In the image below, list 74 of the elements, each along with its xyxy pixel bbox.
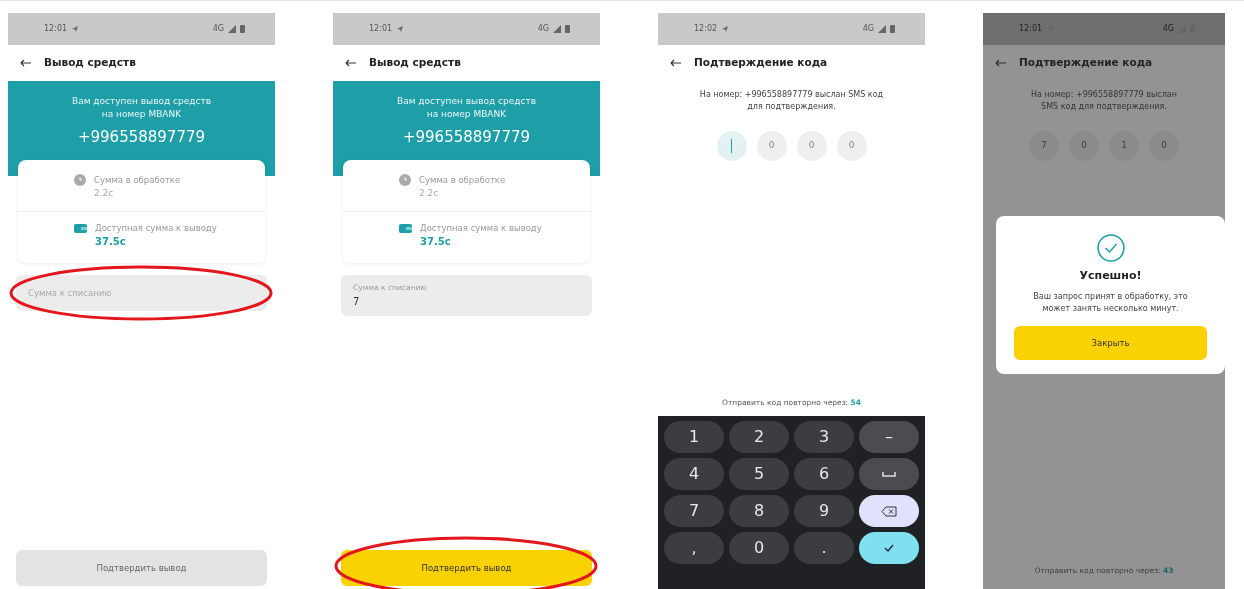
space-key[interactable] [859,458,919,490]
keypad-key[interactable]: 9 [794,495,854,527]
balance-label: Сумма в обработке [419,174,506,187]
field-value: 7 [353,294,361,309]
keypad-key[interactable]: 7 [664,495,724,527]
keypad-key[interactable]: 0 [729,532,789,564]
balance-amount: 2.2с [94,187,115,200]
checkmark-icon [884,544,894,552]
balance-amount: 37.5с [95,235,127,250]
screen-title: Вывод средств [44,55,136,70]
keypad-key[interactable]: 1 [664,421,724,453]
text-cursor [730,138,733,153]
phone-number: +996558897779 [76,126,207,148]
banner-subtext: на номер MBANK [100,108,183,122]
network-label: 4G [537,23,549,35]
send-icon [721,25,730,33]
back-arrow-icon[interactable] [345,58,357,67]
network-label: 4G [862,23,874,35]
done-key[interactable] [859,532,919,564]
digit-placeholder: 0 [808,139,815,152]
banner-text: Вам доступен вывод средств [71,94,212,108]
balance-amount: 37.5с [420,235,452,250]
screen-title: Подтверждение кода [1019,55,1153,70]
sms-message: На номер: +996558897779 выслан SMS код для подтверждения. [698,88,885,113]
space-icon [882,471,896,477]
check-circle-icon [1096,234,1125,262]
backspace-icon [881,505,897,517]
keypad-key[interactable]: . [794,532,854,564]
clock-icon [399,174,411,187]
dialog-title: Успешно! [1078,268,1143,284]
banner-text: Вам доступен вывод средств [396,94,537,108]
battery-icon [890,25,895,33]
balance-amount: 2.2с [419,187,440,200]
sms-message: На номер: +996558897779 выслан SMS код для подтверждения. [1030,88,1178,113]
backspace-key[interactable] [859,495,919,527]
back-arrow-icon[interactable] [20,58,32,67]
keypad-key[interactable]: 8 [729,495,789,527]
status-time: 12:01 [369,23,393,35]
wallet-icon [399,221,412,233]
wallet-icon [74,221,87,233]
phone-number: +996558897779 [401,126,532,148]
confirm-button[interactable]: Подтвердить вывод [341,550,592,586]
digit-placeholder: 0 [768,139,775,152]
keypad-key[interactable]: 3 [794,421,854,453]
keypad-key[interactable]: 5 [729,458,789,490]
network-label: 4G [1162,23,1174,35]
close-button[interactable]: Закрыть [1014,326,1207,361]
dialog-message: Ваш запрос принят в обработку, это может занять несколько минут. [1032,290,1189,316]
battery-icon [565,25,570,33]
balance-label: Доступная сумма к выводу [95,221,217,235]
status-time: 12:01 [1019,23,1043,35]
signal-icon [228,25,236,33]
screen-title: Вывод средств [369,55,461,70]
screen-title: Подтверждение кода [694,55,828,70]
banner-subtext: на номер MBANK [425,108,508,122]
signal-icon [553,25,561,33]
keypad-key[interactable]: , [664,532,724,564]
signal-icon [878,25,886,33]
status-time: 12:01 [44,23,68,35]
keypad-key[interactable]: 4 [664,458,724,490]
clock-icon [74,174,86,187]
keypad-key[interactable]: 2 [729,421,789,453]
status-time: 12:02 [694,23,718,35]
network-label: 4G [212,23,224,35]
field-placeholder: Сумма к списанию [28,286,113,300]
back-arrow-icon[interactable] [670,58,682,67]
send-icon [396,25,405,33]
keypad-key[interactable]: 6 [794,458,854,490]
keypad-key[interactable]: – [859,421,919,453]
digit-placeholder: 0 [848,139,855,152]
send-icon [71,25,80,33]
battery-icon [240,25,245,33]
balance-label: Сумма в обработке [94,174,181,187]
balance-label: Доступная сумма к выводу [420,221,542,235]
